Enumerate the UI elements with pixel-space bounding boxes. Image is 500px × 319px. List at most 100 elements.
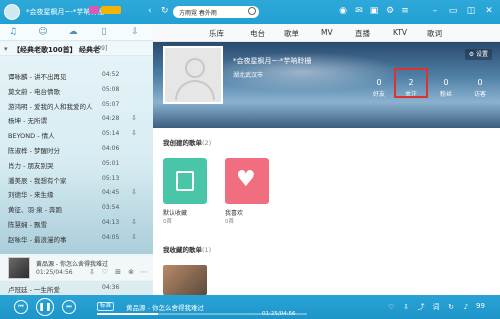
album-cover xyxy=(8,257,30,279)
card-count: 0首 xyxy=(225,219,234,225)
menu-item-live[interactable]: 直播 xyxy=(355,28,370,39)
list-icon xyxy=(176,171,194,191)
lyrics-icon[interactable]: 词 xyxy=(431,302,441,312)
song-name: 游鸿明 - 爱我的人和我爱的人 xyxy=(8,102,93,111)
download-icon[interactable]: ⇩ xyxy=(131,218,137,226)
loop-icon[interactable]: ↻ xyxy=(446,302,456,312)
settings-button[interactable]: ⚙ 设置 xyxy=(464,49,492,60)
like-icon[interactable]: ♡ xyxy=(386,302,396,312)
song-name: 黄征、羽·泉 - 奔跑 xyxy=(8,206,63,215)
tools-icon[interactable]: ⚙ xyxy=(385,6,395,16)
list-item[interactable]: 莫文蔚 - 电台情歌 05:08 xyxy=(0,83,153,98)
card-label[interactable]: 我喜欢 xyxy=(225,208,243,217)
pause-button[interactable]: ❚❚ xyxy=(36,298,54,316)
playlist-header[interactable]: ▾ 【经典老歌100首】 经典老 [99] xyxy=(0,42,153,56)
download-icon[interactable]: ⇩ xyxy=(131,114,137,122)
song-name: 刘德华 - 来生缘 xyxy=(8,191,54,200)
list-item[interactable]: 赵咏华 - 最浪漫的事 04:05 ⇩ xyxy=(0,231,153,246)
shirt-icon[interactable]: ▣ xyxy=(369,6,379,16)
more-icon[interactable]: ⋯ xyxy=(140,268,148,276)
stat-visitors[interactable]: 0 访客 xyxy=(465,78,495,98)
mini-mode-icon[interactable]: ◫ xyxy=(466,6,476,16)
menu-item-radio[interactable]: 电台 xyxy=(250,28,265,39)
stat-value: 0 xyxy=(376,78,382,87)
volume-icon[interactable]: ♪ xyxy=(461,302,471,312)
device-icon[interactable]: ▯ xyxy=(99,27,109,37)
favorite-playlist-cover[interactable] xyxy=(163,265,207,295)
song-name: 潘美辰 - 我想有个家 xyxy=(8,176,67,185)
progress-bar[interactable] xyxy=(97,313,307,315)
list-item[interactable]: 黄征、羽·泉 - 奔跑 03:54 xyxy=(0,201,153,216)
heart-icon[interactable]: ♡ xyxy=(101,268,109,276)
settings-label: 设置 xyxy=(475,51,488,58)
menu-item-ktv[interactable]: KTV xyxy=(393,28,407,37)
search-input[interactable]: 方雨霓 春外雨 xyxy=(179,8,217,17)
menu-item-mv[interactable]: MV xyxy=(321,28,333,37)
chevron-down-icon[interactable]: ▾ xyxy=(4,45,8,53)
user-avatar[interactable] xyxy=(4,4,20,20)
menu-icon[interactable]: ≡ xyxy=(400,6,410,16)
restore-icon[interactable]: ▭ xyxy=(448,6,458,16)
list-item[interactable]: 卢冠廷 - 一生所爱 04:36 xyxy=(0,281,153,295)
list-item[interactable]: 肖力 - 朋友别哭 05:01 xyxy=(0,157,153,172)
now-playing-item[interactable]: 黄品源 - 你怎么舍得我难过 01:25/04:56 ⇩ ♡ ⊞ ⊗ ⋯ xyxy=(0,256,153,280)
download-icon[interactable]: ⇩ xyxy=(401,302,411,312)
list-item[interactable]: 潘美辰 - 我想有个家 05:13 xyxy=(0,172,153,187)
download-icon[interactable]: ⇩ xyxy=(88,268,96,276)
list-item[interactable]: BEYOND - 情人 05:14 ⇩ xyxy=(0,127,153,142)
stat-friends[interactable]: 0 好友 xyxy=(364,78,394,98)
close-icon[interactable]: ✕ xyxy=(484,6,494,16)
mail-icon[interactable]: ✉ xyxy=(354,6,364,16)
song-duration: 05:08 xyxy=(102,85,120,93)
progress-fill xyxy=(97,313,158,315)
song-duration: 05:13 xyxy=(102,174,120,182)
stat-fans[interactable]: 0 粉丝 xyxy=(431,78,461,98)
vip-badge-icon xyxy=(89,6,99,14)
song-duration: 04:45 xyxy=(102,189,120,197)
now-playing-title: 黄品源 - 你怎么舍得我难过 xyxy=(36,261,108,268)
song-name: 陈慧娴 - 飘雪 xyxy=(8,221,47,229)
back-icon[interactable]: ‹ xyxy=(148,6,152,16)
download-icon[interactable]: ⇩ xyxy=(131,129,137,137)
now-playing-time: 01:25/04:56 xyxy=(36,269,73,276)
gear-icon: ⚙ xyxy=(468,51,476,58)
refresh-icon[interactable]: ↻ xyxy=(161,6,169,16)
list-item[interactable]: 陈慧娴 - 飘雪 04:13 ⇩ xyxy=(0,216,153,231)
list-item[interactable]: 谭咏麟 - 讲不出再见 04:52 xyxy=(0,68,153,83)
share-icon[interactable]: ⤴ xyxy=(416,302,426,312)
avatar-body-icon xyxy=(175,80,215,100)
minimize-icon[interactable]: – xyxy=(430,6,440,16)
card-label[interactable]: 默认收藏 xyxy=(163,208,187,217)
search-icon[interactable] xyxy=(248,7,256,15)
add-icon[interactable]: ⊞ xyxy=(114,268,122,276)
list-item[interactable]: 杨坤 - 无所谓 04:28 ⇩ xyxy=(0,112,153,127)
search-box[interactable]: 方雨霓 春外雨 xyxy=(173,6,259,18)
main-panel: 乐库 电台 歌单 MV 直播 KTV 歌词 ⚙ 设置 *会夜星枫月~-*芋呐聆栅… xyxy=(153,24,500,295)
list-item[interactable]: 陈淑桦 - 梦醒时分 04:06 xyxy=(0,142,153,157)
quality-tag[interactable]: 标准 xyxy=(97,302,115,311)
list-item[interactable]: 游鸿明 - 爱我的人和我爱的人 05:07 xyxy=(0,98,153,113)
playlist-card-liked[interactable]: ♥ xyxy=(225,158,269,204)
playlist-card-default[interactable] xyxy=(163,158,207,204)
song-name: 陈淑桦 - 梦醒时分 xyxy=(8,147,60,155)
menu-item-lyrics[interactable]: 歌词 xyxy=(427,28,442,39)
download-icon[interactable]: ⇩ xyxy=(131,188,137,196)
delete-icon[interactable]: ⊗ xyxy=(127,268,135,276)
player-bar: ⏮ ❚❚ ⏭ 标准 黄品源 - 你怎么舍得我难过 01:25/04:56 ♡ ⇩… xyxy=(0,295,500,319)
download-icon[interactable]: ⇩ xyxy=(130,27,140,37)
game-icon[interactable]: ◉ xyxy=(338,6,348,16)
menu-item-playlists[interactable]: 歌单 xyxy=(284,28,299,39)
profile-name: *会夜星枫月~-*芋呐聆栅 xyxy=(233,57,312,65)
menu-item-library[interactable]: 乐库 xyxy=(209,28,224,39)
song-name: 杨坤 - 无所谓 xyxy=(8,117,47,126)
prev-button[interactable]: ⏮ xyxy=(14,300,28,314)
song-duration: 04:13 xyxy=(102,219,120,226)
list-item[interactable]: 刘德华 - 来生缘 04:45 ⇩ xyxy=(0,186,153,201)
download-icon[interactable]: ⇩ xyxy=(131,233,137,241)
profile-avatar[interactable] xyxy=(163,46,223,104)
cloud-icon[interactable]: ☁ xyxy=(68,27,78,37)
left-tabs: ♫ ☺ ☁ ▯ ⇩ xyxy=(0,24,153,41)
music-note-icon[interactable]: ♫ xyxy=(8,27,18,37)
person-icon[interactable]: ☺ xyxy=(38,27,48,37)
next-button[interactable]: ⏭ xyxy=(62,300,76,314)
